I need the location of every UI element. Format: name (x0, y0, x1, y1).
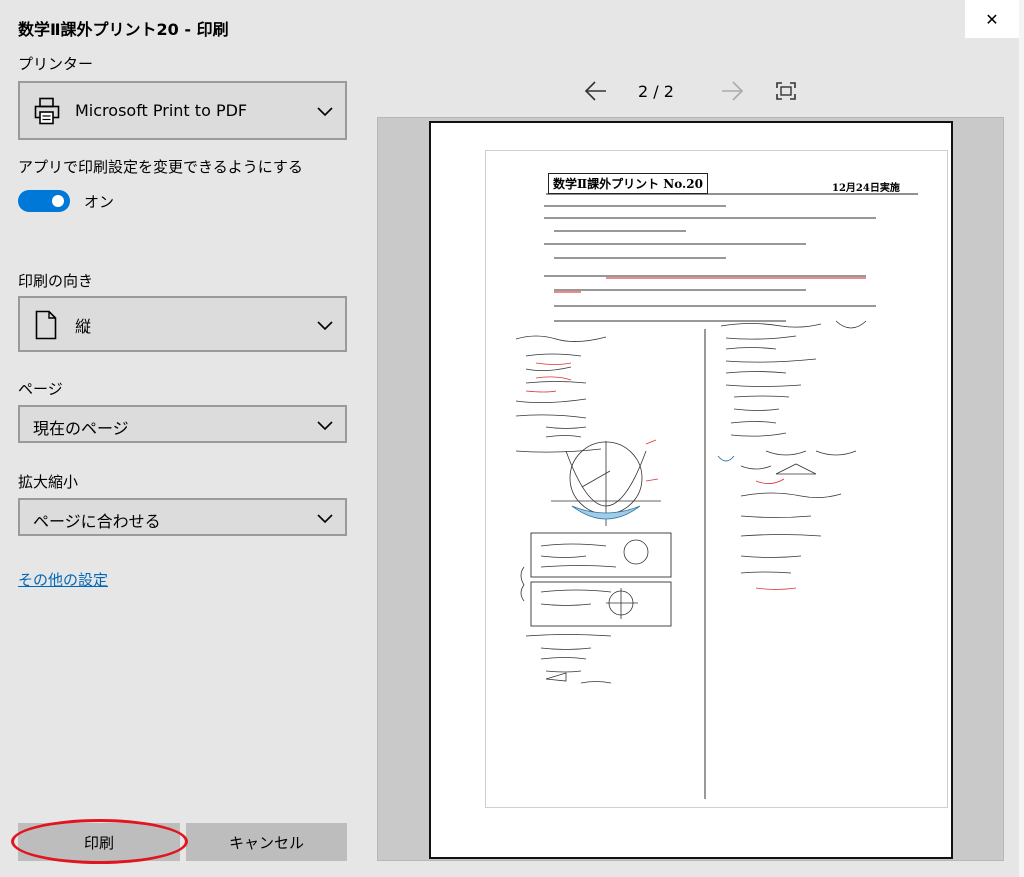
next-page-icon[interactable] (720, 80, 744, 106)
toggle-state-text: オン (84, 193, 115, 211)
page-indicator: 2 / 2 (638, 82, 674, 101)
print-settings-panel: 数学Ⅱ課外プリント20 - 印刷 プリンター Microsoft Print t… (0, 0, 362, 877)
highlight-circle (11, 819, 188, 864)
dialog-title: 数学Ⅱ課外プリント20 - 印刷 (18, 20, 229, 39)
more-settings-link[interactable]: その他の設定 (18, 569, 108, 590)
pages-select[interactable]: 現在のページ (18, 405, 347, 443)
app-settings-label: アプリで印刷設定を変更できるようにする (18, 158, 303, 176)
scale-label: 拡大縮小 (18, 473, 79, 491)
chevron-down-icon (317, 510, 333, 526)
orientation-label: 印刷の向き (18, 272, 94, 290)
close-icon: ✕ (985, 9, 999, 29)
close-button[interactable]: ✕ (965, 0, 1019, 38)
scale-value: ページに合わせる (33, 512, 161, 531)
printer-icon (34, 97, 60, 129)
pages-value: 現在のページ (33, 419, 129, 438)
scale-select[interactable]: ページに合わせる (18, 498, 347, 536)
app-settings-toggle[interactable] (18, 190, 70, 212)
cancel-button[interactable]: キャンセル (186, 823, 347, 861)
worksheet-handwriting-image (515, 193, 918, 799)
portrait-page-icon (35, 310, 57, 344)
printer-value: Microsoft Print to PDF (75, 101, 248, 120)
chevron-down-icon (317, 103, 333, 119)
chevron-down-icon (317, 417, 333, 433)
printer-select[interactable]: Microsoft Print to PDF (18, 81, 347, 140)
orientation-value: 縦 (75, 317, 92, 336)
printer-label: プリンター (18, 55, 94, 73)
worksheet-content: 数学Ⅱ課外プリント No.20 12月24日実施 (485, 150, 948, 808)
orientation-select[interactable]: 縦 (18, 296, 347, 352)
chevron-down-icon (317, 317, 333, 333)
previous-page-icon[interactable] (584, 80, 608, 106)
pages-label: ページ (18, 380, 63, 398)
background-window-edge (1019, 0, 1024, 877)
fit-to-window-icon[interactable] (776, 82, 796, 104)
